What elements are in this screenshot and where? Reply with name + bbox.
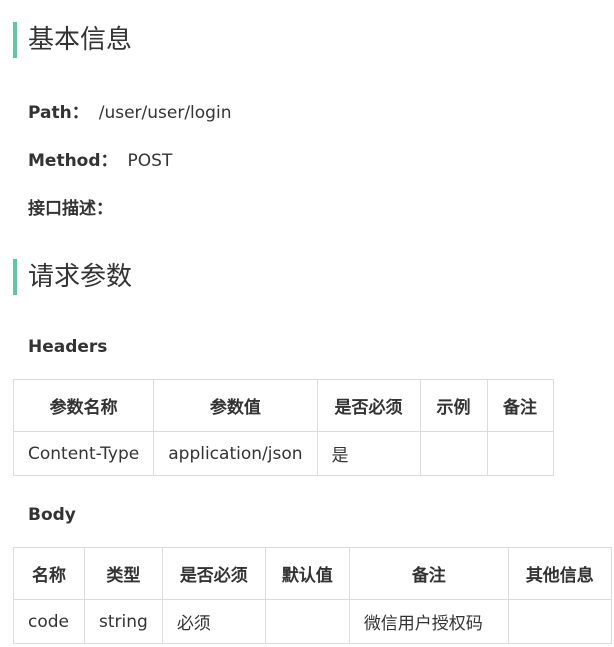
desc-label: 接口描述：	[28, 199, 113, 219]
body-label: Body	[28, 505, 76, 525]
headers-table: 参数名称 参数值 是否必须 示例 备注 Content-Type applica…	[12, 379, 554, 476]
column-header: 参数值	[153, 379, 318, 432]
column-header: 是否必须	[316, 379, 421, 432]
method-value: POST	[127, 151, 173, 171]
column-header: 是否必须	[161, 547, 266, 600]
column-header: 示例	[419, 379, 488, 432]
body-table: 名称 类型 是否必须 默认值 备注 其他信息 code string 必须 微信…	[13, 547, 612, 644]
table-cell: application/json	[153, 431, 318, 476]
table-cell: Content-Type	[12, 431, 155, 476]
path-label: Path：	[28, 103, 89, 123]
table-cell: code	[13, 599, 85, 644]
table-cell: string	[84, 599, 163, 644]
table-cell	[419, 431, 488, 476]
basic-info-title: 基本信息	[13, 22, 132, 58]
column-header: 其他信息	[507, 547, 612, 600]
column-header: 类型	[84, 547, 163, 600]
column-header: 名称	[13, 547, 85, 600]
headers-label: Headers	[28, 337, 108, 357]
headers-table-header: 参数名称 参数值 是否必须 示例 备注	[12, 379, 554, 432]
table-cell: 必须	[161, 599, 266, 644]
path-row: Path： /user/user/login	[28, 98, 231, 123]
table-cell: 是	[316, 431, 421, 476]
request-params-title: 请求参数	[13, 259, 132, 295]
table-cell: 微信用户授权码	[348, 599, 509, 644]
column-header: 默认值	[264, 547, 350, 600]
table-cell	[507, 599, 612, 644]
body-table-header: 名称 类型 是否必须 默认值 备注 其他信息	[13, 547, 612, 600]
desc-row: 接口描述：	[28, 194, 113, 219]
path-value: /user/user/login	[98, 103, 232, 123]
method-row: Method： POST	[28, 146, 172, 171]
table-cell	[486, 431, 554, 476]
column-header: 备注	[486, 379, 554, 432]
column-header: 参数名称	[12, 379, 155, 432]
column-header: 备注	[348, 547, 509, 600]
table-row: code string 必须 微信用户授权码	[13, 599, 612, 644]
table-cell	[264, 599, 350, 644]
table-row: Content-Type application/json 是	[12, 431, 554, 476]
method-label: Method：	[28, 151, 118, 171]
